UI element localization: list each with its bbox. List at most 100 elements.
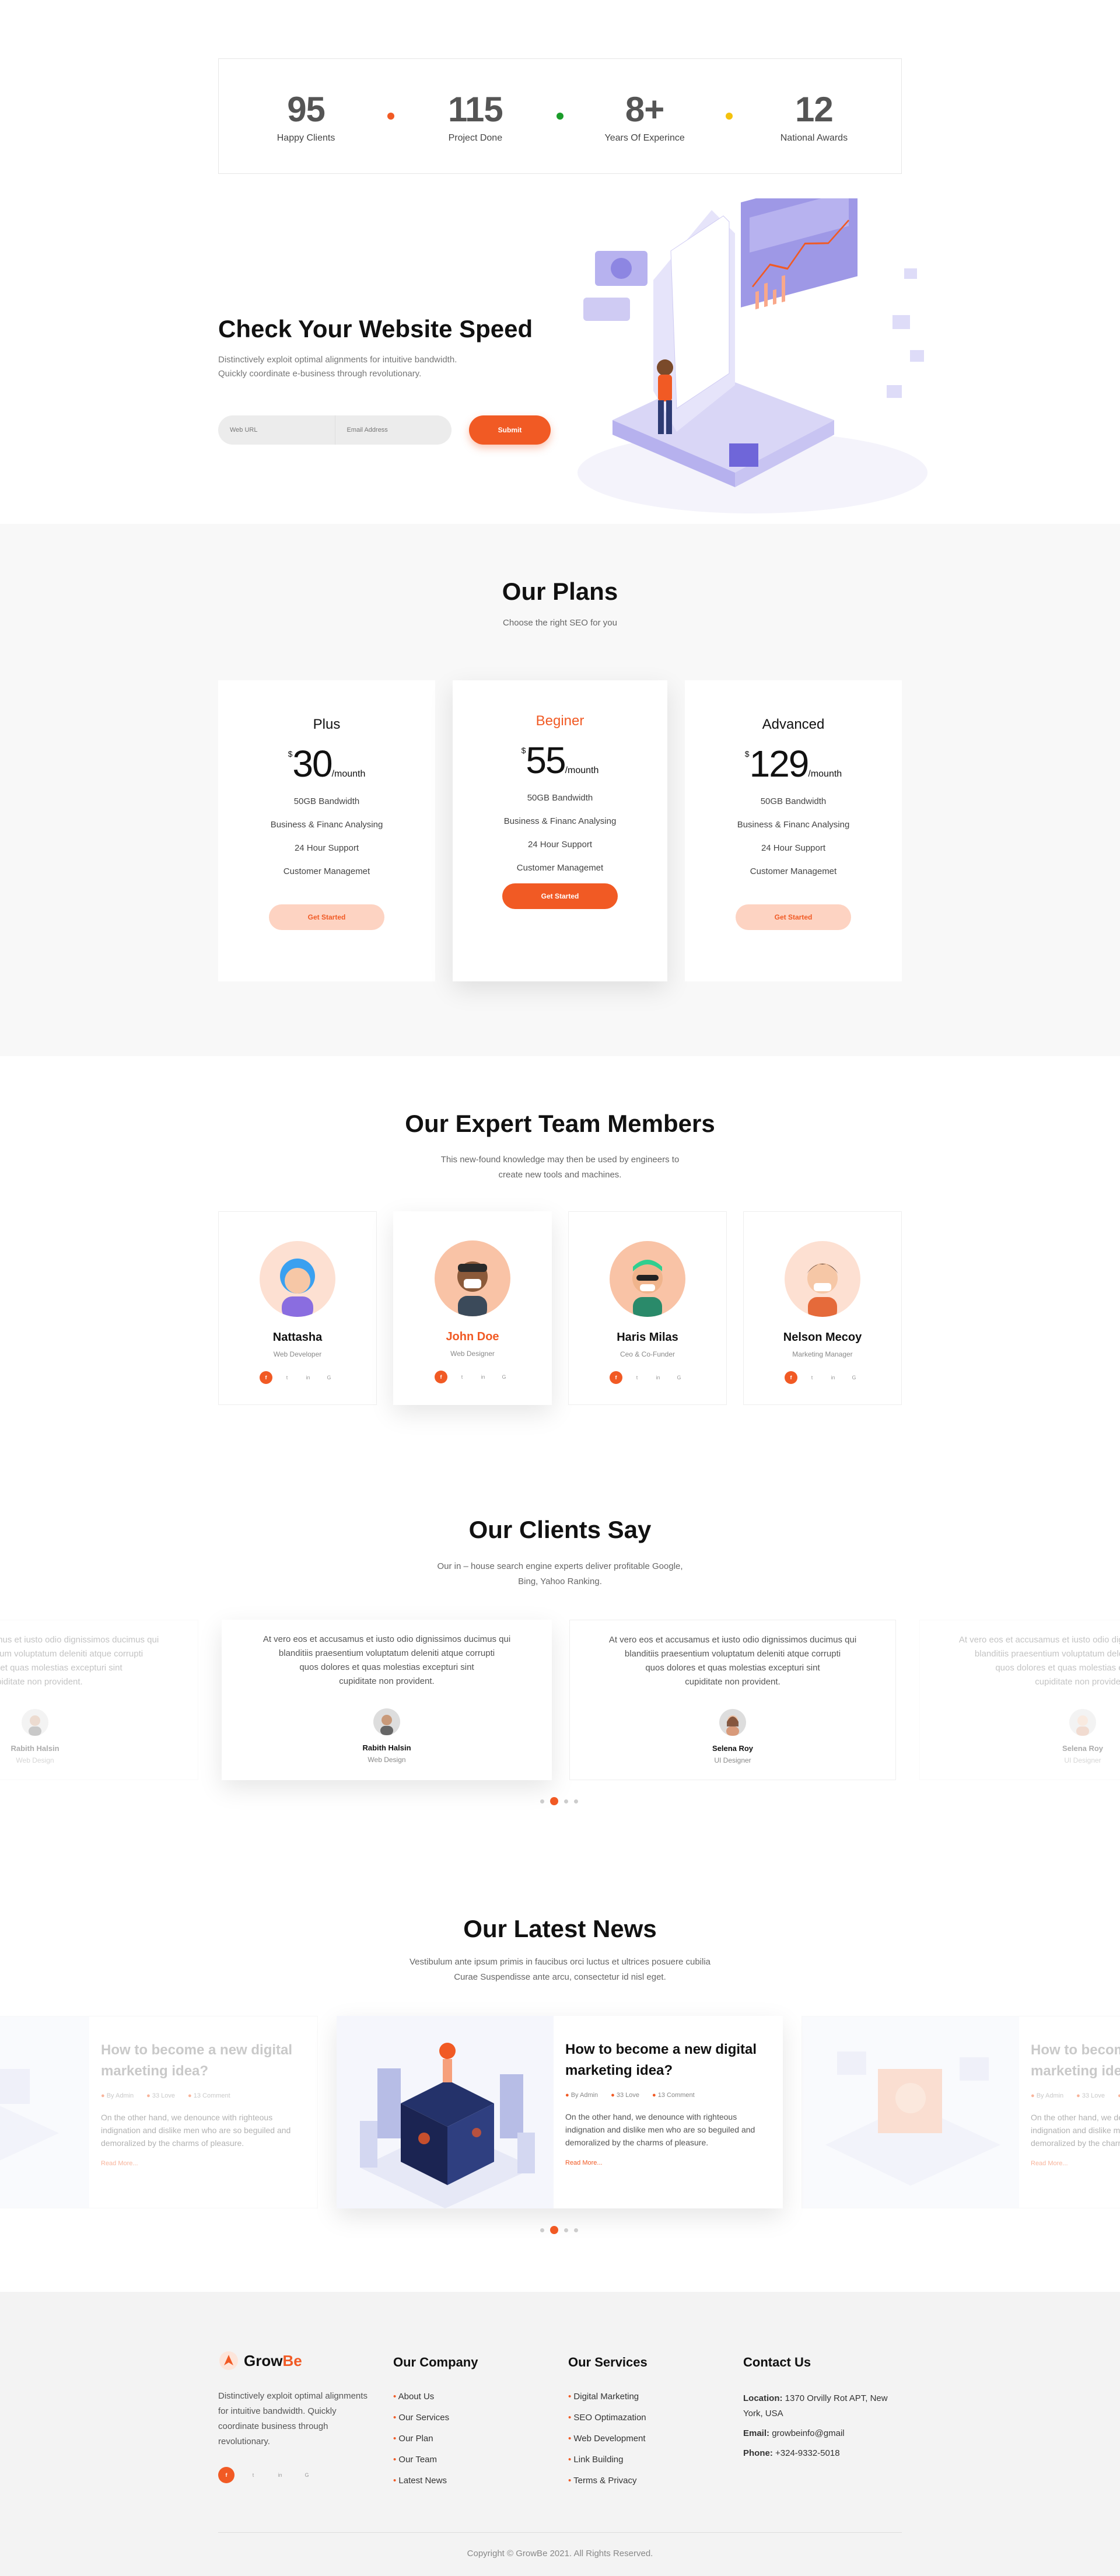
news-subtitle: Vestibulum ante ipsum primis in faucibus… [0, 1955, 1120, 1985]
web-url-input[interactable]: Web URL [218, 427, 335, 434]
news-title: Our Latest News [463, 1915, 657, 1942]
member-name: Nelson Mecoy [783, 1331, 862, 1344]
google-icon[interactable]: G [848, 1371, 860, 1384]
footer-link[interactable]: Terms & Privacy [568, 2470, 648, 2491]
pagination-dot[interactable] [540, 2228, 544, 2232]
plan-period: /mounth [565, 766, 599, 775]
stat-value: 95 [287, 89, 326, 129]
facebook-icon[interactable]: f [218, 2467, 235, 2483]
twitter-icon[interactable]: t [456, 1371, 468, 1383]
plan-name: Advanced [762, 716, 825, 732]
footer-company: Our Company About Us Our Services Our Pl… [393, 2355, 478, 2491]
facebook-icon[interactable]: f [435, 1371, 447, 1383]
footer-link[interactable]: Digital Marketing [568, 2386, 648, 2407]
copyright: Copyright © GrowBe 2021. All Rights Rese… [467, 2549, 653, 2558]
twitter-icon[interactable]: t [631, 1371, 643, 1384]
footer-heading: Our Company [393, 2355, 478, 2369]
footer-link[interactable]: SEO Optimazation [568, 2407, 648, 2428]
read-more-link[interactable]: Read More... [101, 2160, 305, 2167]
plan-feature: 24 Hour Support [527, 840, 593, 850]
brand-logo[interactable]: Grow Be [218, 2350, 376, 2371]
news-post-title[interactable]: How to become a new digital marketing id… [1031, 2040, 1120, 2082]
news-image [802, 2016, 1019, 2208]
footer-link[interactable]: About Us [393, 2386, 478, 2407]
member-role: Web Designer [450, 1350, 495, 1358]
read-more-link[interactable]: Read More... [1031, 2160, 1120, 2167]
team-title: Our Expert Team Members [405, 1110, 715, 1137]
quote-line: blanditiis praesentium voluptatum deleni… [278, 1648, 495, 1658]
contact-value[interactable]: growbeinfo@gmail [772, 2428, 844, 2438]
linkedin-icon[interactable]: in [477, 1371, 489, 1383]
stat-awards: 12 National Awards [755, 89, 872, 144]
testimonial-quote: At vero eos et accusamus et iusto odio d… [570, 1620, 895, 1689]
footer-link[interactable]: Web Development [568, 2428, 648, 2449]
contact-label: Email: [743, 2428, 770, 2438]
google-icon[interactable]: G [299, 2467, 315, 2483]
twitter-icon[interactable]: t [806, 1371, 818, 1384]
get-started-button[interactable]: Get Started [502, 883, 618, 909]
plan-price-value: 30 [292, 743, 332, 785]
pagination-dot[interactable] [540, 1799, 544, 1803]
news-post-title[interactable]: How to become a new digital marketing id… [101, 2040, 305, 2082]
linkedin-icon[interactable]: in [652, 1371, 664, 1384]
footer-link[interactable]: Latest News [393, 2470, 478, 2491]
footer-socials: f t in G [218, 2467, 376, 2483]
plan-period: /mounth [331, 769, 366, 779]
footer-contact: Contact Us Location: 1370 Orvilly Rot AP… [743, 2355, 902, 2466]
pagination-dot-active[interactable] [550, 1797, 558, 1805]
quote-line: At vero eos et accusamus et iusto odio d… [958, 1635, 1120, 1645]
team-card: John Doe Web Designer f t in G [393, 1211, 552, 1405]
news-meta: By Admin 33 Love 13 Comment [101, 2092, 305, 2099]
contact-value[interactable]: +324-9332-5018 [775, 2448, 840, 2458]
facebook-icon[interactable]: f [610, 1371, 622, 1384]
google-icon[interactable]: G [323, 1371, 335, 1384]
get-started-button[interactable]: Get Started [736, 904, 851, 930]
linkedin-icon[interactable]: in [302, 1371, 314, 1384]
plans-title: Our Plans [502, 578, 618, 605]
plan-feature: 24 Hour Support [761, 843, 826, 853]
twitter-icon[interactable]: t [281, 1371, 293, 1384]
footer-link[interactable]: Our Plan [393, 2428, 478, 2449]
read-more-link[interactable]: Read More... [565, 2159, 769, 2166]
footer-link[interactable]: Our Team [393, 2449, 478, 2470]
pagination-dot[interactable] [574, 2228, 578, 2232]
google-icon[interactable]: G [498, 1371, 510, 1383]
plan-feature: 50GB Bandwidth [293, 796, 360, 806]
google-icon[interactable]: G [673, 1371, 685, 1384]
pagination-dot[interactable] [564, 2228, 568, 2232]
plan-name: Beginer [536, 713, 584, 729]
news-post-title[interactable]: How to become a new digital marketing id… [565, 2039, 769, 2081]
contact-email: Email: growbeinfo@gmail [743, 2426, 902, 2441]
plan-price: $ 55 /mounth [453, 740, 667, 781]
plan-feature: Customer Managemet [516, 863, 604, 873]
stat-value: 12 [795, 89, 834, 129]
news-body: How to become a new digital marketing id… [1031, 2040, 1120, 2167]
submit-button[interactable]: Submit [469, 415, 551, 445]
pagination-dot[interactable] [574, 1799, 578, 1803]
plan-feature: Business & Financ Analysing [737, 820, 850, 830]
plan-price-value: 55 [526, 739, 566, 781]
quote-line: cupiditate non provident. [339, 1676, 435, 1686]
linkedin-icon[interactable]: in [827, 1371, 839, 1384]
client-role: Web Design [368, 1756, 406, 1764]
testimonial-pagination [540, 1797, 578, 1805]
facebook-icon[interactable]: f [785, 1371, 797, 1384]
twitter-icon[interactable]: t [245, 2467, 261, 2483]
email-input[interactable]: Email Address [335, 427, 452, 434]
pagination-dot[interactable] [564, 1799, 568, 1803]
facebook-icon[interactable]: f [260, 1371, 272, 1384]
stat-project-done: 115 Project Done [417, 89, 534, 144]
footer-link[interactable]: Link Building [568, 2449, 648, 2470]
news-comments: 13 Comment [188, 2092, 230, 2099]
linkedin-icon[interactable]: in [272, 2467, 288, 2483]
pagination-dot-active[interactable] [550, 2226, 558, 2234]
member-name: John Doe [446, 1330, 499, 1343]
client-name: Rabith Halsin [10, 1744, 60, 1753]
get-started-button[interactable]: Get Started [269, 904, 384, 930]
team-subtitle: This new-found knowledge may then be use… [0, 1152, 1120, 1183]
news-image [337, 2016, 554, 2208]
footer-link[interactable]: Our Services [393, 2407, 478, 2428]
contact-location: Location: 1370 Orvilly Rot APT, New York… [743, 2391, 902, 2421]
client-name: Rabith Halsin [362, 1743, 411, 1752]
client-photo [373, 1708, 400, 1735]
